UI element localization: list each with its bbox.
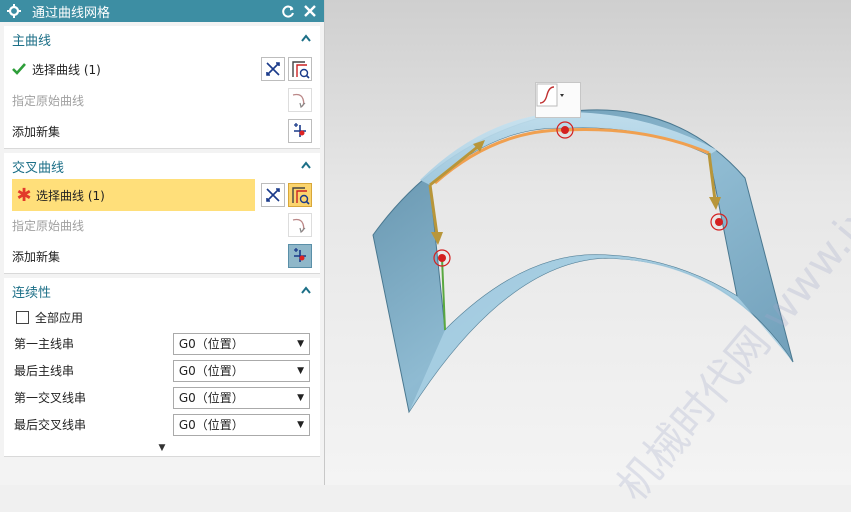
- gear-icon[interactable]: [6, 3, 22, 19]
- cross-select-curve-label: 选择曲线 (1): [36, 188, 105, 203]
- add-new-set-button[interactable]: [288, 119, 312, 143]
- direction-arrow: [429, 140, 485, 187]
- expand-down-icon: ▼: [158, 443, 166, 453]
- continuity-row-label: 最后交叉线串: [14, 418, 87, 432]
- continuity-section: 连续性 全部应用 第一主线串 G0（位置） ▼ 最后主线串 G0（位置） ▼ 第…: [4, 278, 320, 457]
- continuity-select-value: G0（位置）: [178, 418, 244, 432]
- continuity-row-label: 第一交叉线串: [14, 391, 87, 405]
- primary-curves-title: 主曲线: [12, 33, 52, 49]
- spline-curve-icon: [536, 83, 564, 107]
- primary-curves-section: 主曲线 选择曲线 (1) 指定原始曲线 添加新集: [4, 26, 320, 149]
- check-icon: [12, 61, 28, 77]
- continuity-row-label: 第一主线串: [14, 337, 75, 351]
- continuity-title: 连续性: [12, 285, 52, 301]
- curve-rule-icon: [292, 61, 310, 79]
- curve-rule-button[interactable]: [288, 183, 312, 207]
- origin-curve-button[interactable]: [288, 88, 312, 112]
- continuity-select[interactable]: G0（位置） ▼: [172, 413, 310, 436]
- apply-all-row[interactable]: 全部应用: [4, 304, 320, 330]
- curve-type-popup[interactable]: [535, 82, 581, 118]
- primary-add-set-row[interactable]: 添加新集: [4, 114, 320, 148]
- continuity-select[interactable]: G0（位置） ▼: [172, 386, 310, 409]
- continuity-row: 最后交叉线串 G0（位置） ▼: [4, 411, 320, 438]
- add-new-set-button[interactable]: [288, 244, 312, 268]
- continuity-row: 最后主线串 G0（位置） ▼: [4, 357, 320, 384]
- cross-select-curve-row[interactable]: ✱ 选择曲线 (1): [12, 179, 255, 211]
- collapse-caret-icon[interactable]: [300, 285, 312, 297]
- dropdown-arrow-icon: ▼: [297, 365, 304, 376]
- graphics-viewport[interactable]: 机械时代网 www.jxage.com: [325, 0, 851, 510]
- cross-add-set-label: 添加新集: [12, 249, 61, 264]
- reverse-direction-icon: [266, 62, 280, 76]
- apply-all-checkbox[interactable]: [16, 310, 29, 324]
- more-options-toggle[interactable]: ▼: [4, 440, 320, 456]
- dialog-title: 通过曲线网格: [32, 5, 111, 21]
- origin-curve-icon: [292, 218, 306, 234]
- continuity-select[interactable]: G0（位置） ▼: [172, 359, 310, 382]
- reset-icon[interactable]: [280, 3, 296, 19]
- add-set-icon: [294, 248, 306, 262]
- add-set-icon: [294, 123, 306, 137]
- cross-add-set-row[interactable]: 添加新集: [4, 239, 320, 273]
- cross-origin-curve-row[interactable]: 指定原始曲线: [4, 211, 320, 239]
- cross-origin-curve-label: 指定原始曲线: [12, 218, 85, 233]
- origin-curve-icon: [292, 93, 306, 109]
- reverse-direction-icon: [266, 188, 280, 202]
- cross-curves-title: 交叉曲线: [12, 160, 65, 176]
- dropdown-arrow-icon: ▼: [297, 392, 304, 403]
- reverse-direction-button[interactable]: [261, 183, 285, 207]
- dialog-title-bar: 通过曲线网格: [0, 0, 324, 22]
- primary-origin-curve-row[interactable]: 指定原始曲线: [4, 86, 320, 114]
- continuity-row: 第一主线串 G0（位置） ▼: [4, 330, 320, 357]
- dropdown-arrow-icon: ▼: [297, 419, 304, 430]
- curve-rule-button[interactable]: [288, 57, 312, 81]
- dialog-panel: 通过曲线网格 主曲线 选择曲线 (1) 指定原始曲线 添加新集 交叉曲线 ✱ 选…: [0, 0, 325, 485]
- continuity-header[interactable]: 连续性: [4, 278, 320, 304]
- primary-select-curve-row[interactable]: 选择曲线 (1): [4, 52, 320, 86]
- collapse-caret-icon[interactable]: [300, 33, 312, 45]
- primary-select-curve-label: 选择曲线 (1): [32, 62, 101, 77]
- reverse-direction-button[interactable]: [261, 57, 285, 81]
- cross-curves-section: 交叉曲线 ✱ 选择曲线 (1) 指定原始曲线 添加新集: [4, 153, 320, 274]
- dropdown-arrow-icon: ▼: [297, 338, 304, 349]
- collapse-caret-icon[interactable]: [300, 160, 312, 172]
- curve-rule-icon: [292, 187, 310, 205]
- model-view: [372, 109, 794, 414]
- required-star-icon: ✱: [16, 184, 32, 206]
- continuity-select-value: G0（位置）: [178, 391, 244, 405]
- origin-curve-button[interactable]: [288, 213, 312, 237]
- continuity-row-label: 最后主线串: [14, 364, 75, 378]
- continuity-select-value: G0（位置）: [178, 337, 244, 351]
- apply-all-label: 全部应用: [35, 310, 84, 325]
- continuity-select-value: G0（位置）: [178, 364, 244, 378]
- primary-origin-curve-label: 指定原始曲线: [12, 93, 85, 108]
- continuity-row: 第一交叉线串 G0（位置） ▼: [4, 384, 320, 411]
- close-icon[interactable]: [302, 3, 318, 19]
- primary-add-set-label: 添加新集: [12, 124, 61, 139]
- continuity-select[interactable]: G0（位置） ▼: [172, 332, 310, 355]
- primary-curves-header[interactable]: 主曲线: [4, 26, 320, 52]
- cross-curves-header[interactable]: 交叉曲线: [4, 153, 320, 179]
